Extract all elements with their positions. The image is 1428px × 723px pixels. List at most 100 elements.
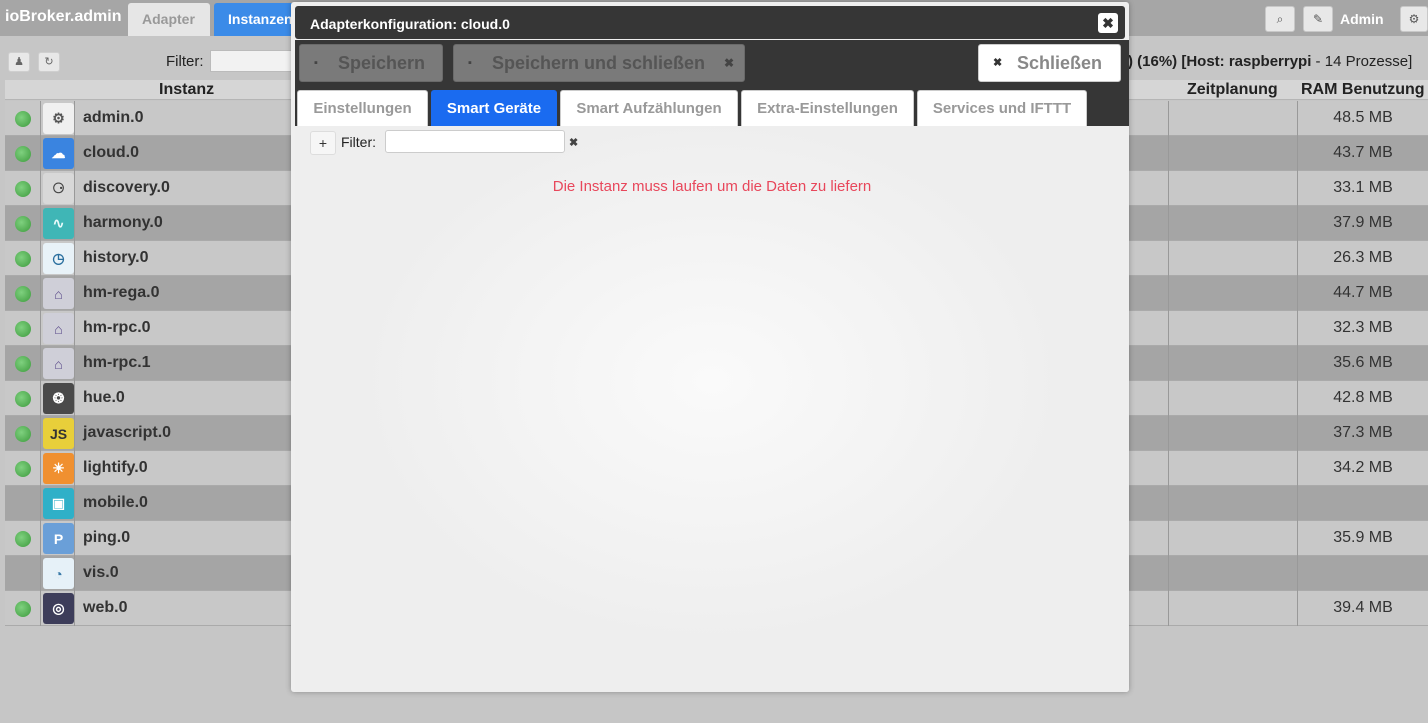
tab-smart-aufzaehlungen[interactable]: Smart Aufzählungen: [560, 90, 738, 126]
schedule-cell: [1168, 521, 1298, 556]
schedule-cell: [1168, 591, 1298, 626]
instance-name: mobile.0: [83, 494, 148, 511]
status-indicator: [15, 356, 31, 372]
instance-name: admin.0: [83, 109, 144, 126]
tab-services-ifttt[interactable]: Services und IFTTT: [917, 90, 1087, 126]
edit-icon[interactable]: ✎: [1303, 6, 1333, 32]
col-ram[interactable]: RAM Benutzung: [1301, 81, 1425, 99]
close-icon[interactable]: ✖: [1098, 13, 1118, 33]
ping-icon: P: [43, 523, 74, 554]
harmony-icon: ∿: [43, 208, 74, 239]
schedule-cell: [1168, 381, 1298, 416]
status-prefix: ) (16%) [Host:: [1128, 53, 1229, 70]
search-icon[interactable]: ⌕: [1265, 6, 1295, 32]
icon-cell: ❂: [40, 381, 75, 416]
ram-usage: 39.4 MB: [1333, 599, 1393, 616]
status-indicator: [15, 111, 31, 127]
gauge-icon: ◔: [43, 558, 74, 589]
filter-label: Filter:: [166, 53, 204, 70]
schedule-cell: [1168, 416, 1298, 451]
homematic-icon: ⌂: [43, 348, 74, 379]
gear-icon: ⚙: [43, 103, 74, 134]
schedule-cell: [1168, 486, 1298, 521]
save-label: Speichern: [338, 53, 426, 73]
status-indicator: [15, 601, 31, 617]
tab-smart-geraete[interactable]: Smart Geräte: [431, 90, 557, 126]
status-indicator: [15, 146, 31, 162]
instance-name: discovery.0: [83, 179, 170, 196]
ram-usage: 26.3 MB: [1333, 249, 1393, 266]
instance-name: ping.0: [83, 529, 131, 546]
status-host: raspberrypi: [1228, 53, 1312, 70]
homematic-icon: ⌂: [43, 278, 74, 309]
osram-icon: ☀: [43, 453, 74, 484]
save-icon: ▪: [314, 57, 318, 69]
smart-devices-panel: + Filter: ✖ Die Instanz muss laufen um d…: [295, 126, 1129, 692]
instance-name: hm-rega.0: [83, 284, 160, 301]
status-indicator: [15, 531, 31, 547]
dialog-titlebar: Adapterkonfiguration: cloud.0 ✖: [295, 6, 1125, 39]
schedule-cell: [1168, 451, 1298, 486]
save-icon: ▪: [468, 57, 472, 69]
ram-usage: 48.5 MB: [1333, 109, 1393, 126]
instance-name: javascript.0: [83, 424, 172, 441]
schedule-cell: [1168, 241, 1298, 276]
device-filter-label: Filter:: [341, 134, 376, 150]
clear-filter-icon[interactable]: ✖: [569, 136, 578, 149]
tab-einstellungen[interactable]: Einstellungen: [297, 90, 428, 126]
settings-icon[interactable]: ⚙: [1400, 6, 1428, 32]
x-icon: ✖: [993, 57, 1003, 69]
ram-usage: 43.7 MB: [1333, 144, 1393, 161]
cloud-icon: ☁: [43, 138, 74, 169]
status-indicator: [15, 461, 31, 477]
ram-usage: 34.2 MB: [1333, 459, 1393, 476]
config-tabs: Einstellungen Smart Geräte Smart Aufzähl…: [295, 86, 1129, 126]
clock-icon: ◷: [43, 243, 74, 274]
status-indicator: [15, 286, 31, 302]
col-instanz[interactable]: Instanz: [159, 81, 214, 99]
tab-adapter[interactable]: Adapter: [128, 3, 210, 36]
close-button[interactable]: ✖ Schließen: [978, 44, 1121, 82]
device-filter-input[interactable]: [385, 130, 565, 153]
status-indicator: [15, 181, 31, 197]
filter-input[interactable]: [210, 50, 300, 72]
schedule-cell: [1168, 101, 1298, 136]
icon-cell: ⌂: [40, 276, 75, 311]
schedule-cell: [1168, 556, 1298, 591]
add-icon[interactable]: +: [310, 131, 336, 155]
tab-extra-einstellungen[interactable]: Extra-Einstellungen: [741, 90, 914, 126]
user-label[interactable]: Admin: [1340, 11, 1384, 27]
globe-icon: ◎: [43, 593, 74, 624]
icon-cell: ⌂: [40, 346, 75, 381]
hue-icon: ❂: [43, 383, 74, 414]
icon-cell: ◎: [40, 591, 75, 626]
col-zeitplanung[interactable]: Zeitplanung: [1187, 81, 1278, 99]
status-indicator: [15, 251, 31, 267]
schedule-cell: [1168, 311, 1298, 346]
save-and-close-button[interactable]: ▪ Speichern und schließen ✖: [453, 44, 745, 82]
close-label: Schließen: [1017, 53, 1103, 73]
refresh-icon[interactable]: ↻: [38, 52, 60, 72]
instance-name: vis.0: [83, 564, 119, 581]
icon-cell: ☁: [40, 136, 75, 171]
schedule-cell: [1168, 206, 1298, 241]
adapter-config-dialog: Adapterkonfiguration: cloud.0 ✖ ▪ Speich…: [291, 2, 1129, 692]
ram-usage: 32.3 MB: [1333, 319, 1393, 336]
icon-cell: ◷: [40, 241, 75, 276]
ram-usage: 33.1 MB: [1333, 179, 1393, 196]
instance-name: hm-rpc.0: [83, 319, 151, 336]
save-button[interactable]: ▪ Speichern: [299, 44, 443, 82]
instance-name: hue.0: [83, 389, 125, 406]
instance-name: web.0: [83, 599, 128, 616]
host-status: ) (16%) [Host: raspberrypi - 14 Prozesse…: [1128, 53, 1412, 70]
ram-usage: 35.6 MB: [1333, 354, 1393, 371]
status-indicator: [15, 321, 31, 337]
instance-name: hm-rpc.1: [83, 354, 151, 371]
icon-cell: ◔: [40, 556, 75, 591]
js-icon: JS: [43, 418, 74, 449]
ram-usage: 37.3 MB: [1333, 424, 1393, 441]
ram-usage: 42.8 MB: [1333, 389, 1393, 406]
status-indicator: [15, 216, 31, 232]
icon-cell: ∿: [40, 206, 75, 241]
user-icon[interactable]: ♟: [8, 52, 30, 72]
